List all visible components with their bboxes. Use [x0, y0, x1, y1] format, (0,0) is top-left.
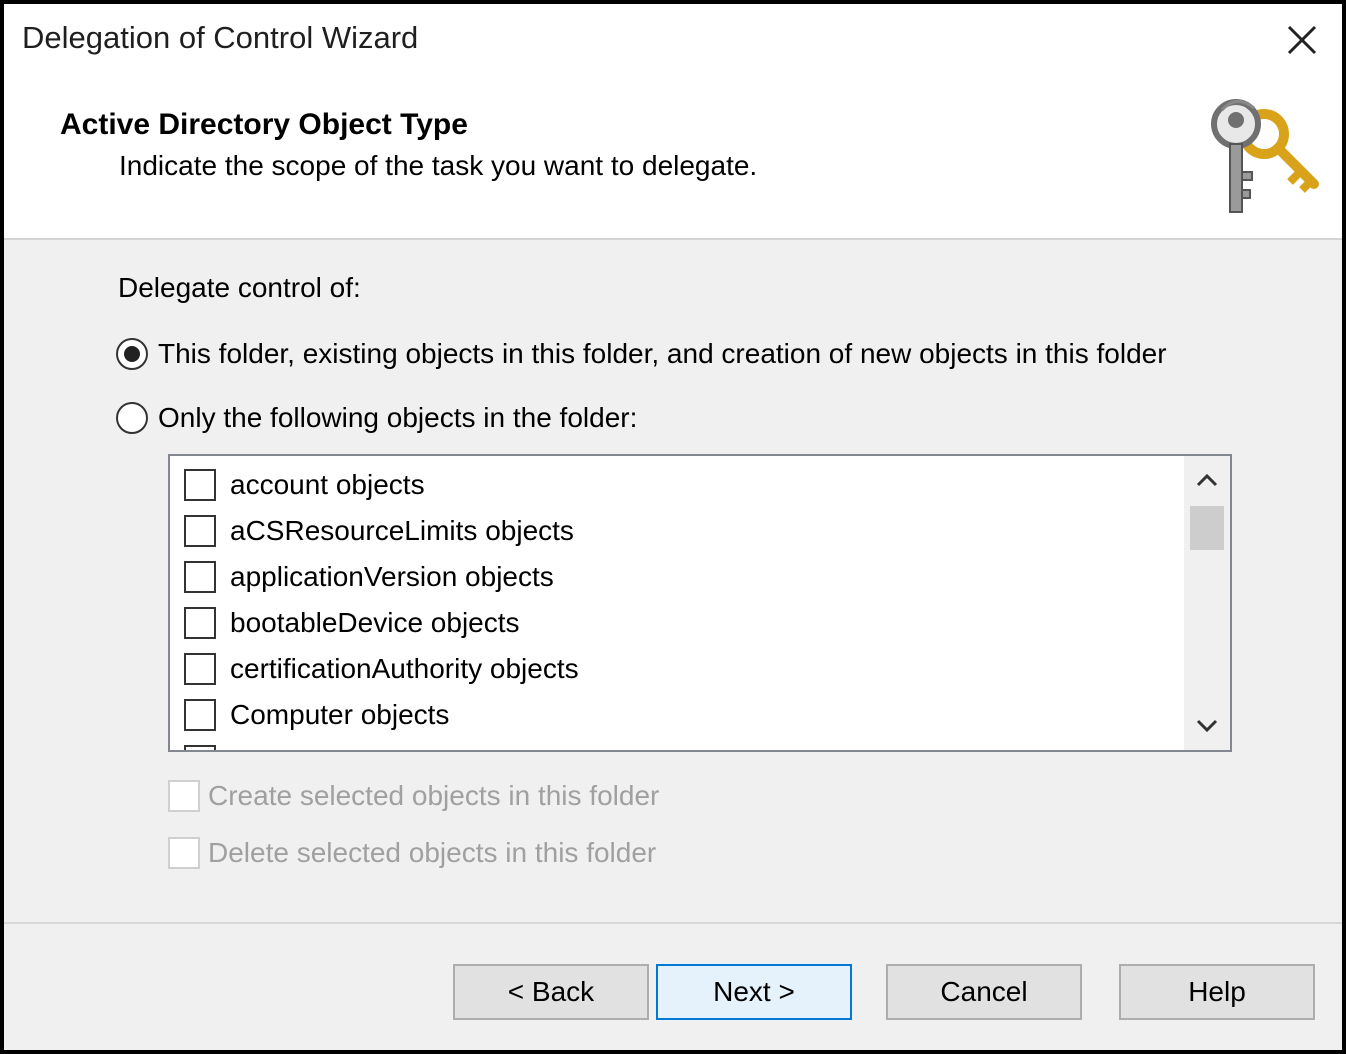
checkbox[interactable] [184, 745, 216, 750]
radio-this-folder[interactable]: This folder, existing objects in this fo… [116, 338, 1167, 370]
radio-label: Only the following objects in the folder… [158, 402, 638, 433]
create-objects-checkbox[interactable] [168, 780, 200, 812]
list-item-label: bootableDevice objects [230, 607, 520, 638]
radio-only-following[interactable]: Only the following objects in the folder… [116, 402, 637, 434]
delete-objects-label: Delete selected objects in this folder [208, 837, 657, 868]
list-item[interactable]: applicationVersion objects [184, 554, 579, 600]
list-item-label: applicationVersion objects [230, 561, 554, 592]
list-item[interactable]: certificationAuthority objects [184, 646, 579, 692]
keys-icon [1211, 99, 1319, 213]
radio-button[interactable] [116, 402, 148, 434]
list-scrollbar[interactable] [1184, 456, 1230, 750]
page-subtitle: Indicate the scope of the task you want … [119, 150, 758, 181]
delete-objects-checkbox[interactable] [168, 837, 200, 869]
delete-objects-option[interactable]: Delete selected objects in this folder [168, 837, 656, 869]
close-icon [1287, 25, 1317, 55]
title-bar: Delegation of Control Wizard [4, 4, 1342, 76]
list-item[interactable]: Computer objects [184, 692, 579, 738]
checkbox[interactable] [184, 561, 216, 593]
radio-label: This folder, existing objects in this fo… [158, 338, 1167, 369]
close-button[interactable] [1262, 4, 1342, 76]
delegate-label: Delegate control of: [118, 272, 361, 303]
checkbox[interactable] [184, 653, 216, 685]
footer-divider [4, 922, 1342, 924]
list-item-label: certificationAuthority objects [230, 653, 579, 684]
cancel-button[interactable]: Cancel [886, 964, 1082, 1020]
list-item-label: aCSResourceLimits objects [230, 515, 574, 546]
wizard-window: Delegation of Control Wizard Active Dire… [4, 4, 1342, 1050]
scroll-up-button[interactable] [1184, 460, 1230, 500]
list-item[interactable]: aCSResourceLimits objects [184, 508, 579, 554]
list-item[interactable]: account objects [184, 462, 579, 508]
radio-button-selected[interactable] [116, 338, 148, 370]
chevron-down-icon [1196, 719, 1218, 733]
window-title: Delegation of Control Wizard [22, 20, 419, 55]
next-button[interactable]: Next > [656, 964, 852, 1020]
checkbox[interactable] [184, 699, 216, 731]
back-button[interactable]: < Back [453, 964, 649, 1020]
list-item-label: account objects [230, 469, 425, 500]
wizard-header: Active Directory Object Type Indicate th… [4, 76, 1342, 240]
help-button[interactable]: Help [1119, 964, 1315, 1020]
checkbox[interactable] [184, 515, 216, 547]
list-item[interactable]: bootableDevice objects [184, 600, 579, 646]
create-objects-label: Create selected objects in this folder [208, 780, 660, 811]
list-item-label: Computer objects [230, 699, 450, 730]
checkbox[interactable] [184, 607, 216, 639]
create-objects-option[interactable]: Create selected objects in this folder [168, 780, 659, 812]
scroll-down-button[interactable] [1184, 706, 1230, 746]
checkbox[interactable] [184, 469, 216, 501]
list-item-partial[interactable] [184, 738, 579, 750]
page-title: Active Directory Object Type [60, 108, 468, 141]
scroll-thumb[interactable] [1190, 506, 1224, 550]
chevron-up-icon [1196, 473, 1218, 487]
object-type-list[interactable]: account objects aCSResourceLimits object… [168, 454, 1232, 752]
